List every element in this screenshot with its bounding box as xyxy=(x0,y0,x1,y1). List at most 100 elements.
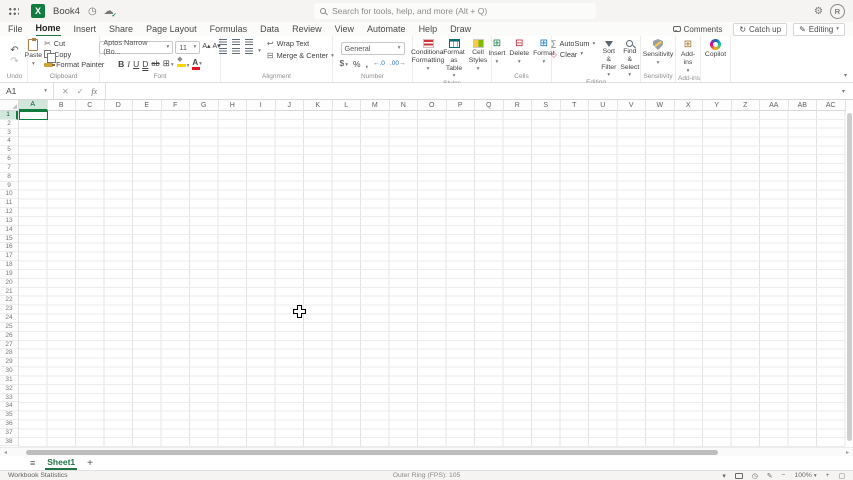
column-header-f[interactable]: F xyxy=(161,100,190,111)
row-header-23[interactable]: 23 xyxy=(0,305,18,315)
conditional-formatting-button[interactable]: Conditional Formatting ▾ xyxy=(411,39,445,79)
row-header-38[interactable]: 38 xyxy=(0,438,18,447)
row-header-31[interactable]: 31 xyxy=(0,376,18,385)
percent-style-button[interactable]: % xyxy=(353,59,361,69)
row-header-18[interactable]: 18 xyxy=(0,261,18,270)
align-left-icon[interactable] xyxy=(219,48,228,54)
column-header-t[interactable]: T xyxy=(560,100,589,111)
accounting-format-button[interactable]: $ ▾ xyxy=(340,58,349,70)
align-middle-icon[interactable] xyxy=(232,39,241,45)
row-header-2[interactable]: 2 xyxy=(0,120,18,129)
row-header-21[interactable]: 21 xyxy=(0,288,18,297)
double-underline-button[interactable]: D xyxy=(142,59,148,69)
row-header-30[interactable]: 30 xyxy=(0,367,18,376)
sheet-menu-icon[interactable]: ≡ xyxy=(30,458,35,468)
row-header-10[interactable]: 10 xyxy=(0,190,18,200)
row-header-19[interactable]: 19 xyxy=(0,270,18,279)
comma-style-button[interactable]: , xyxy=(366,59,368,69)
column-header-p[interactable]: P xyxy=(446,100,475,111)
comments-button[interactable]: Comments xyxy=(668,24,728,35)
menu-tab-data[interactable]: Data xyxy=(260,23,279,36)
column-header-h[interactable]: H xyxy=(218,100,247,111)
column-header-l[interactable]: L xyxy=(332,100,361,111)
app-launcher-icon[interactable] xyxy=(8,5,19,17)
wrap-text-button[interactable]: ↩ Wrap Text xyxy=(267,39,334,48)
row-header-8[interactable]: 8 xyxy=(0,173,18,182)
row-header-3[interactable]: 3 xyxy=(0,129,18,138)
insert-cells-button[interactable]: ⊞ Insert ▾ xyxy=(486,39,507,72)
column-header-v[interactable]: V xyxy=(617,100,646,111)
row-header-24[interactable]: 24 xyxy=(0,314,18,323)
column-header-j[interactable]: J xyxy=(275,100,304,111)
settings-gear-icon[interactable]: ⚙ xyxy=(814,6,823,17)
insert-function-icon[interactable]: fx xyxy=(91,87,97,96)
vertical-scrollbar-thumb[interactable] xyxy=(847,113,852,441)
enter-icon[interactable]: ✓ xyxy=(77,87,84,96)
row-header-29[interactable]: 29 xyxy=(0,358,18,368)
column-header-aa[interactable]: AA xyxy=(760,100,789,111)
cells-canvas[interactable] xyxy=(19,111,846,447)
row-header-35[interactable]: 35 xyxy=(0,411,18,420)
formula-input[interactable] xyxy=(106,83,834,99)
status-chevron-icon[interactable]: ▾ xyxy=(722,472,725,480)
fill-color-button[interactable]: ▾ xyxy=(176,55,189,71)
row-header-4[interactable]: 4 xyxy=(0,137,18,147)
row-header-20[interactable]: 20 xyxy=(0,279,18,288)
menu-tab-automate[interactable]: Automate xyxy=(367,23,406,36)
find-select-button[interactable]: Find & Select ▾ xyxy=(618,39,641,78)
underline-button[interactable]: U xyxy=(133,59,139,69)
excel-logo-icon[interactable]: X xyxy=(31,4,45,18)
borders-button[interactable]: ⊞ ▾ xyxy=(163,58,174,70)
column-header-q[interactable]: Q xyxy=(475,100,504,111)
horizontal-scrollbar[interactable]: ◂ ▸ xyxy=(0,447,853,456)
ribbon-collapse-chevron-icon[interactable]: ▾ xyxy=(844,72,847,79)
copy-button[interactable]: Copy xyxy=(44,50,104,63)
add-sheet-button[interactable]: + xyxy=(87,458,93,469)
orientation-chevron-icon[interactable]: ▾ xyxy=(258,48,261,54)
column-header-s[interactable]: S xyxy=(532,100,561,111)
column-header-d[interactable]: D xyxy=(104,100,133,111)
row-header-11[interactable]: 11 xyxy=(0,199,18,209)
copilot-button[interactable]: Copilot xyxy=(703,39,728,72)
menu-tab-file[interactable]: File xyxy=(8,23,23,36)
row-header-26[interactable]: 26 xyxy=(0,332,18,341)
menu-tab-formulas[interactable]: Formulas xyxy=(210,23,248,36)
row-header-7[interactable]: 7 xyxy=(0,164,18,173)
menu-tab-home[interactable]: Home xyxy=(35,22,61,37)
column-header-x[interactable]: X xyxy=(674,100,703,111)
row-header-36[interactable]: 36 xyxy=(0,420,18,429)
clear-button[interactable]: ◇ Clear ▾ xyxy=(551,50,595,59)
menu-tab-view[interactable]: View xyxy=(335,23,354,36)
avatar[interactable]: R xyxy=(830,3,845,19)
paste-button[interactable]: Paste ▾ xyxy=(23,38,44,72)
row-header-17[interactable]: 17 xyxy=(0,252,18,262)
column-header-o[interactable]: O xyxy=(418,100,447,111)
name-box[interactable]: A1 ▾ xyxy=(0,83,54,99)
sheet-tab-sheet1[interactable]: Sheet1 xyxy=(45,456,78,470)
row-header-9[interactable]: 9 xyxy=(0,182,18,191)
column-header-i[interactable]: I xyxy=(247,100,276,111)
row-header-1[interactable]: 1 xyxy=(0,111,18,120)
menu-tab-help[interactable]: Help xyxy=(419,23,438,36)
row-header-33[interactable]: 33 xyxy=(0,394,18,403)
row-header-6[interactable]: 6 xyxy=(0,155,18,164)
workbook-statistics-button[interactable]: Workbook Statistics xyxy=(8,472,68,479)
cut-button[interactable]: ✂ Cut xyxy=(44,39,104,48)
row-header-15[interactable]: 15 xyxy=(0,235,18,244)
zoom-out-button[interactable]: − xyxy=(781,472,785,479)
autosum-button[interactable]: ∑ AutoSum ▾ xyxy=(551,39,595,48)
editing-mode-button[interactable]: ✎ Editing ▾ xyxy=(793,22,845,36)
redo-button[interactable]: ↷ xyxy=(10,56,18,67)
column-header-k[interactable]: K xyxy=(304,100,333,111)
document-title[interactable]: Book4 xyxy=(53,6,80,17)
column-header-ab[interactable]: AB xyxy=(788,100,817,111)
search-box[interactable] xyxy=(314,3,596,19)
row-header-16[interactable]: 16 xyxy=(0,243,18,253)
column-header-g[interactable]: G xyxy=(190,100,219,111)
column-header-z[interactable]: Z xyxy=(731,100,760,111)
row-header-34[interactable]: 34 xyxy=(0,402,18,412)
scroll-right-icon[interactable]: ▸ xyxy=(842,449,853,456)
row-header-22[interactable]: 22 xyxy=(0,296,18,306)
column-header-c[interactable]: C xyxy=(76,100,105,111)
format-as-table-button[interactable]: Format as Table ▾ xyxy=(441,39,467,79)
